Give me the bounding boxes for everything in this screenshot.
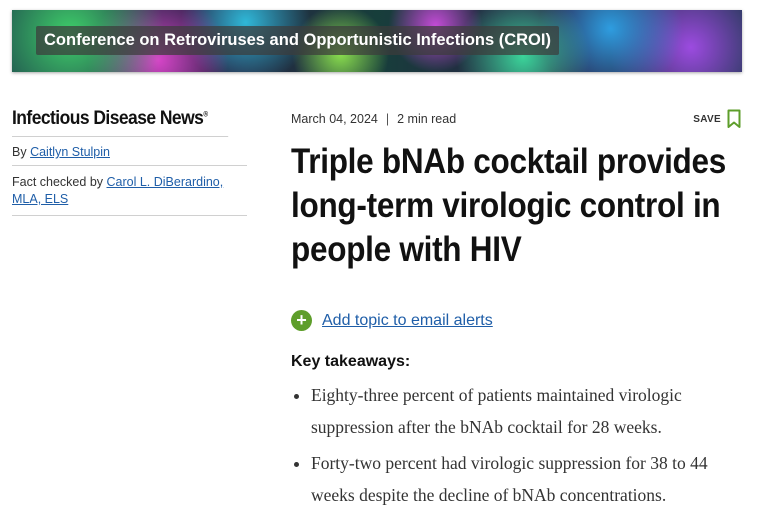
article-main: March 04, 2024 | 2 min read SAVE Triple bN…	[291, 108, 743, 515]
fact-check: Fact checked by Carol L. DiBerardino, ML…	[12, 166, 247, 216]
bookmark-icon	[727, 109, 741, 128]
key-takeaways-list: Eighty-three percent of patients maintai…	[291, 379, 743, 511]
fact-check-label: Fact checked by	[12, 175, 104, 189]
key-takeaways-heading: Key takeaways:	[291, 353, 411, 370]
takeaway-item: Eighty-three percent of patients maintai…	[311, 379, 743, 443]
email-alert-link[interactable]: Add topic to email alerts	[322, 312, 493, 330]
author-link[interactable]: Caitlyn Stulpin	[30, 145, 110, 159]
save-label: SAVE	[693, 113, 721, 125]
article-title: Triple bNAb cocktail provides long-term …	[291, 142, 727, 269]
conference-banner[interactable]: Conference on Retroviruses and Opportuni…	[12, 10, 742, 72]
byline-label: By	[12, 145, 27, 159]
publication-brand[interactable]: Infectious Disease News®	[12, 108, 229, 137]
banner-title[interactable]: Conference on Retroviruses and Opportuni…	[36, 26, 559, 55]
byline: By Caitlyn Stulpin	[12, 137, 247, 166]
article-sidebar: Infectious Disease News® By Caitlyn Stul…	[12, 108, 247, 216]
meta-separator: |	[385, 112, 390, 126]
takeaway-item: Forty-two percent had virologic suppress…	[311, 447, 743, 511]
save-button[interactable]: SAVE	[693, 108, 741, 130]
read-time: 2 min read	[397, 112, 457, 126]
article-meta: March 04, 2024 | 2 min read	[291, 108, 743, 130]
email-alert-row[interactable]: + Add topic to email alerts	[291, 310, 743, 331]
publish-date: March 04, 2024	[291, 112, 378, 126]
plus-circle-icon[interactable]: +	[291, 310, 312, 331]
